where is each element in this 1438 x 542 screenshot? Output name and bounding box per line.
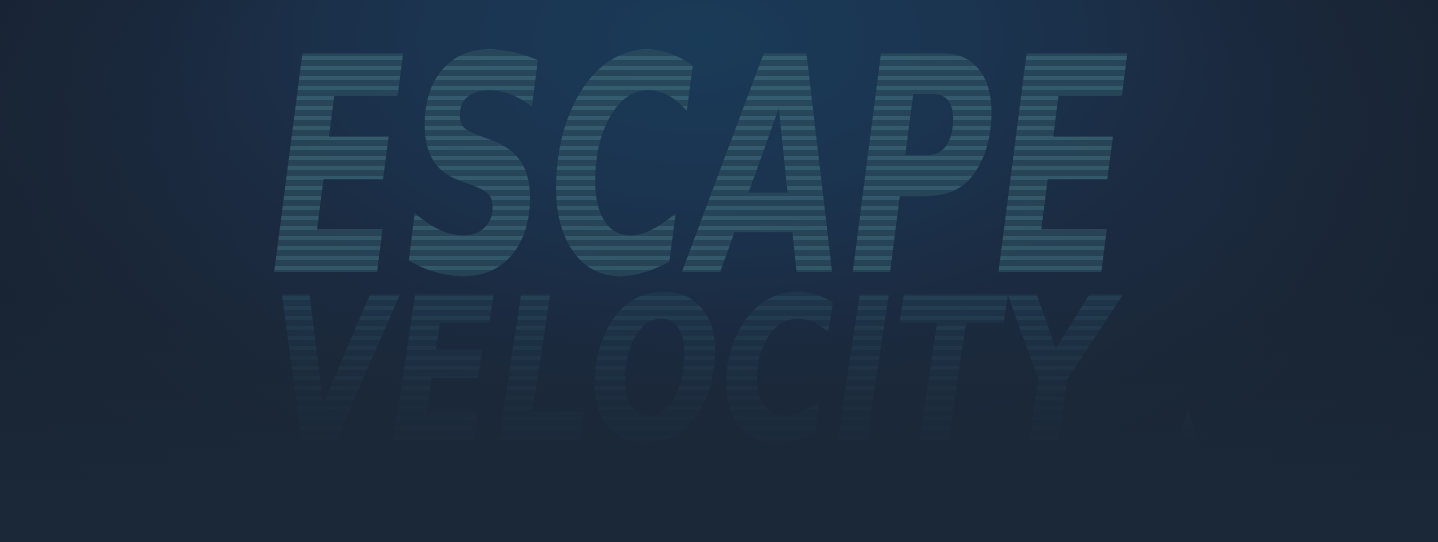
game-logo: ESCAPE VELOCITY — [0, 0, 1438, 542]
logo-line-2: VELOCITY — [270, 255, 1123, 488]
game-banner: ESCAPE VELOCITY — [0, 0, 1438, 542]
logo-triangle-mark — [1178, 410, 1198, 440]
logo-graphic: ESCAPE VELOCITY — [270, 0, 1200, 488]
